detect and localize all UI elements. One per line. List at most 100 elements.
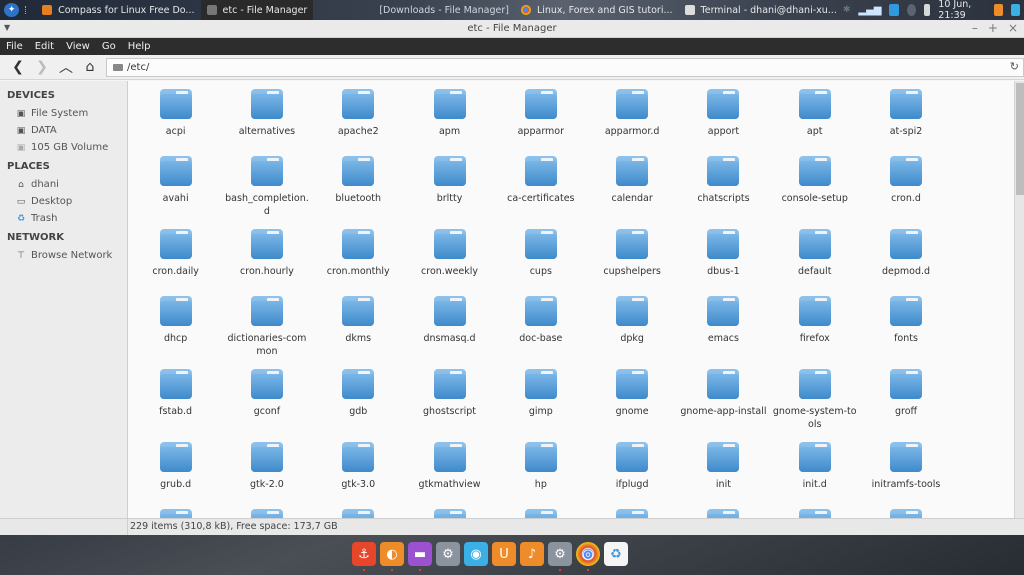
music-icon[interactable]: ♪: [520, 542, 544, 566]
settings-icon[interactable]: ⚙: [548, 542, 572, 571]
folder-item[interactable]: grub.d: [130, 442, 221, 509]
folder-item[interactable]: bluetooth: [313, 156, 404, 229]
close-button[interactable]: ×: [1008, 21, 1018, 35]
folder-item[interactable]: cups: [495, 229, 586, 296]
folder-item[interactable]: gtkmathview: [404, 442, 495, 509]
menu-view[interactable]: View: [66, 41, 90, 52]
folder-item[interactable]: gconf: [221, 369, 312, 442]
folder-item[interactable]: bash_completion.d: [221, 156, 312, 229]
folder-item[interactable]: initramfs-tools: [860, 442, 951, 509]
bluetooth-icon[interactable]: ✱: [843, 5, 851, 15]
folder-item[interactable]: gdb: [313, 369, 404, 442]
chat-icon[interactable]: ▬: [408, 542, 432, 571]
anchor-icon[interactable]: ⚓: [352, 542, 376, 571]
taskbar-item[interactable]: Terminal - dhani@dhani-xu...: [679, 0, 843, 20]
menu-edit[interactable]: Edit: [35, 41, 54, 52]
folder-item[interactable]: cron.hourly: [221, 229, 312, 296]
menu-go[interactable]: Go: [102, 41, 116, 52]
folder-item[interactable]: hp: [495, 442, 586, 509]
folder-item[interactable]: chatscripts: [678, 156, 769, 229]
menu-file[interactable]: File: [6, 41, 23, 52]
window-titlebar[interactable]: ▼ etc - File Manager – + ×: [0, 20, 1024, 38]
folder-item[interactable]: apparmor: [495, 89, 586, 156]
folder-item[interactable]: apm: [404, 89, 495, 156]
scrollbar-thumb[interactable]: [1016, 83, 1024, 195]
sidebar-item-trash[interactable]: ♻ Trash: [0, 210, 127, 227]
folder-item[interactable]: calendar: [586, 156, 677, 229]
folder-item[interactable]: fonts: [860, 296, 951, 369]
folder-item[interactable]: gtk-3.0: [313, 442, 404, 509]
location-bar[interactable]: /etc/ ↻: [106, 57, 1024, 77]
folder-item[interactable]: emacs: [678, 296, 769, 369]
folder-item[interactable]: cron.monthly: [313, 229, 404, 296]
folder-item[interactable]: depmod.d: [860, 229, 951, 296]
minimize-button[interactable]: –: [972, 21, 978, 35]
folder-item[interactable]: avahi: [130, 156, 221, 229]
folder-item[interactable]: gnome-system-tools: [769, 369, 860, 442]
sidebar-item-file-system[interactable]: ▣ File System: [0, 105, 127, 122]
clock[interactable]: 10 Jun, 21:39: [938, 0, 986, 21]
firefox-icon[interactable]: ◐: [380, 542, 404, 571]
folder-item[interactable]: dkms: [313, 296, 404, 369]
folder-item[interactable]: [313, 509, 404, 518]
folder-item[interactable]: [860, 509, 951, 518]
folder-item[interactable]: console-setup: [769, 156, 860, 229]
sidebar-item-browse-network[interactable]: ⊤ Browse Network: [0, 247, 127, 264]
up-button[interactable]: ︿: [54, 57, 78, 77]
firefox-icon[interactable]: [993, 4, 1003, 16]
back-button[interactable]: ❮: [6, 57, 30, 77]
settings-icon[interactable]: ⚙: [436, 542, 460, 566]
folder-item[interactable]: apache2: [313, 89, 404, 156]
folder-item[interactable]: at-spi2: [860, 89, 951, 156]
folder-item[interactable]: dpkg: [586, 296, 677, 369]
folder-item[interactable]: cron.daily: [130, 229, 221, 296]
folder-item[interactable]: dbus-1: [678, 229, 769, 296]
folder-item[interactable]: [130, 509, 221, 518]
folder-item[interactable]: init: [678, 442, 769, 509]
folder-item[interactable]: fstab.d: [130, 369, 221, 442]
folder-item[interactable]: ifplugd: [586, 442, 677, 509]
home-button[interactable]: ⌂: [78, 57, 102, 77]
taskbar-item[interactable]: Linux, Forex and GIS tutori...: [515, 0, 679, 20]
folder-item[interactable]: gimp: [495, 369, 586, 442]
folder-item[interactable]: groff: [860, 369, 951, 442]
camera-icon[interactable]: ◉: [464, 542, 488, 566]
folder-item[interactable]: gtk-2.0: [221, 442, 312, 509]
folder-item[interactable]: cron.weekly: [404, 229, 495, 296]
clock-indicator-icon[interactable]: [906, 4, 916, 16]
vertical-scrollbar[interactable]: [1014, 81, 1024, 518]
folder-item[interactable]: init.d: [769, 442, 860, 509]
folder-item[interactable]: acpi: [130, 89, 221, 156]
store-icon[interactable]: U: [492, 542, 516, 566]
folder-item[interactable]: [678, 509, 769, 518]
sidebar-item-105-gb-volume[interactable]: ▣ 105 GB Volume: [0, 139, 127, 156]
folder-item[interactable]: [586, 509, 677, 518]
folder-item[interactable]: cron.d: [860, 156, 951, 229]
folder-item[interactable]: dictionaries-common: [221, 296, 312, 369]
taskbar-item-active[interactable]: etc - File Manager: [200, 0, 314, 20]
folder-item[interactable]: dnsmasq.d: [404, 296, 495, 369]
folder-item[interactable]: [495, 509, 586, 518]
folder-item[interactable]: firefox: [769, 296, 860, 369]
folder-item[interactable]: apparmor.d: [586, 89, 677, 156]
folder-item[interactable]: alternatives: [221, 89, 312, 156]
folder-item[interactable]: brltty: [404, 156, 495, 229]
folder-item[interactable]: gnome-app-install: [678, 369, 769, 442]
forward-button[interactable]: ❯: [30, 57, 54, 77]
signal-icon[interactable]: ▂▄▆: [858, 5, 881, 16]
folder-item[interactable]: doc-base: [495, 296, 586, 369]
folder-item[interactable]: ghostscript: [404, 369, 495, 442]
menu-help[interactable]: Help: [128, 41, 151, 52]
folder-item[interactable]: apt: [769, 89, 860, 156]
taskbar-item[interactable]: Compass for Linux Free Do...: [36, 0, 200, 20]
folder-item[interactable]: [404, 509, 495, 518]
folder-item[interactable]: apport: [678, 89, 769, 156]
folder-item[interactable]: gnome: [586, 369, 677, 442]
sidebar-item-data[interactable]: ▣ DATA: [0, 122, 127, 139]
folder-item[interactable]: [221, 509, 312, 518]
clipboard-icon[interactable]: [923, 4, 931, 16]
camera-icon[interactable]: [1010, 4, 1021, 16]
sidebar-item-desktop[interactable]: ▭ Desktop: [0, 193, 127, 210]
chrome-icon[interactable]: ◎: [576, 542, 600, 571]
display-icon[interactable]: [889, 4, 899, 16]
